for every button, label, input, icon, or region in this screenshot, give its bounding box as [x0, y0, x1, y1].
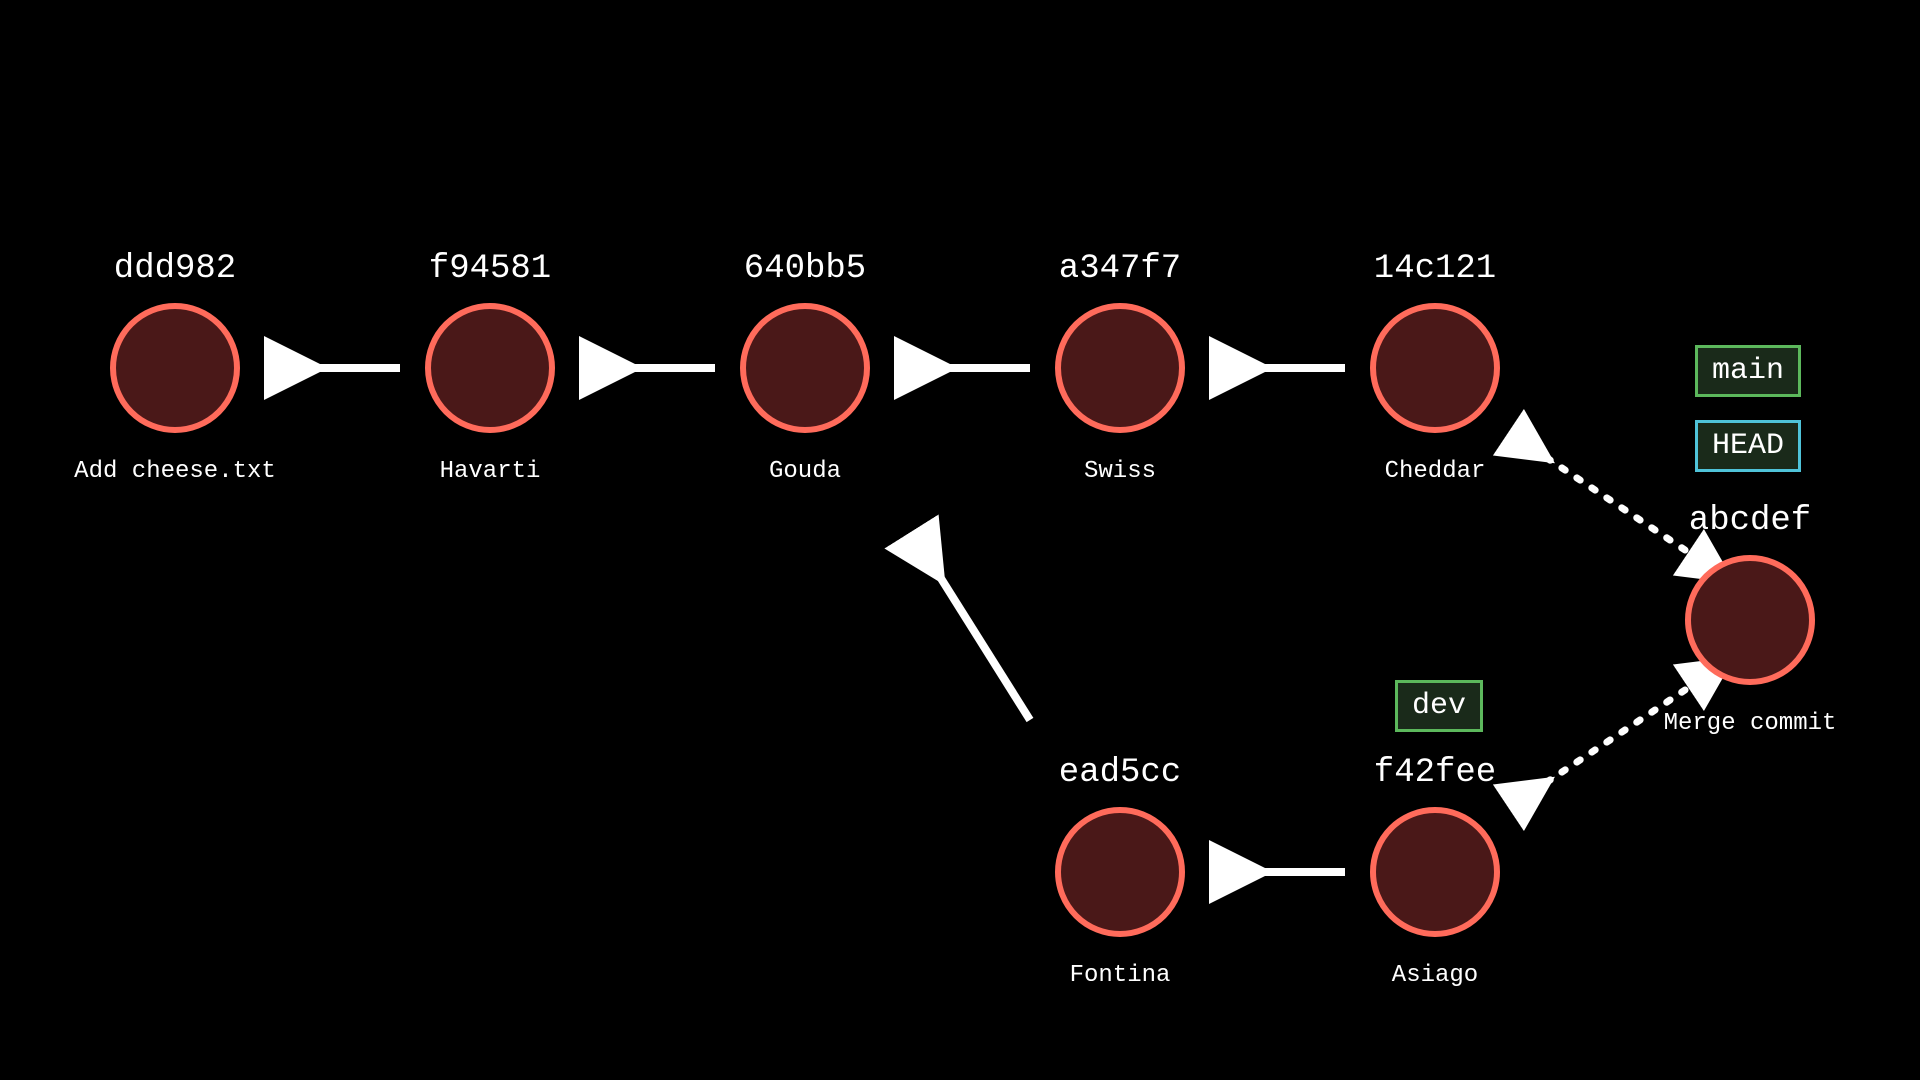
commit-node-ddd982 [110, 303, 240, 433]
commit-message: Merge commit [1664, 710, 1837, 737]
commit-message: Gouda [769, 458, 841, 485]
commit-message: Asiago [1392, 962, 1478, 989]
commit-node-a347f7 [1055, 303, 1185, 433]
commit-node-ead5cc [1055, 807, 1185, 937]
commit-message: Swiss [1084, 458, 1156, 485]
commit-message: Cheddar [1385, 458, 1486, 485]
commit-hash: 14c121 [1374, 250, 1496, 288]
commit-hash: abcdef [1689, 502, 1811, 540]
commit-message: Havarti [440, 458, 541, 485]
commit-message: Add cheese.txt [74, 458, 276, 485]
arrows-layer [0, 0, 1920, 1080]
commit-node-f94581 [425, 303, 555, 433]
commit-hash: f42fee [1374, 754, 1496, 792]
arrow-merge-to-c5 [1520, 440, 1700, 560]
commit-hash: ddd982 [114, 250, 236, 288]
branch-label-main: main [1695, 345, 1801, 397]
arrow-c6-to-c3 [920, 545, 1030, 720]
commit-hash: a347f7 [1059, 250, 1181, 288]
commit-node-640bb5 [740, 303, 870, 433]
arrow-merge-to-c7 [1520, 680, 1700, 800]
commit-hash: f94581 [429, 250, 551, 288]
commit-node-f42fee [1370, 807, 1500, 937]
head-label: HEAD [1695, 420, 1801, 472]
commit-node-14c121 [1370, 303, 1500, 433]
commit-node-abcdef [1685, 555, 1815, 685]
git-graph-diagram: ddd982 f94581 640bb5 a347f7 14c121 ead5c… [0, 0, 1920, 1080]
commit-message: Fontina [1070, 962, 1171, 989]
commit-hash: ead5cc [1059, 754, 1181, 792]
branch-label-dev: dev [1395, 680, 1483, 732]
commit-hash: 640bb5 [744, 250, 866, 288]
